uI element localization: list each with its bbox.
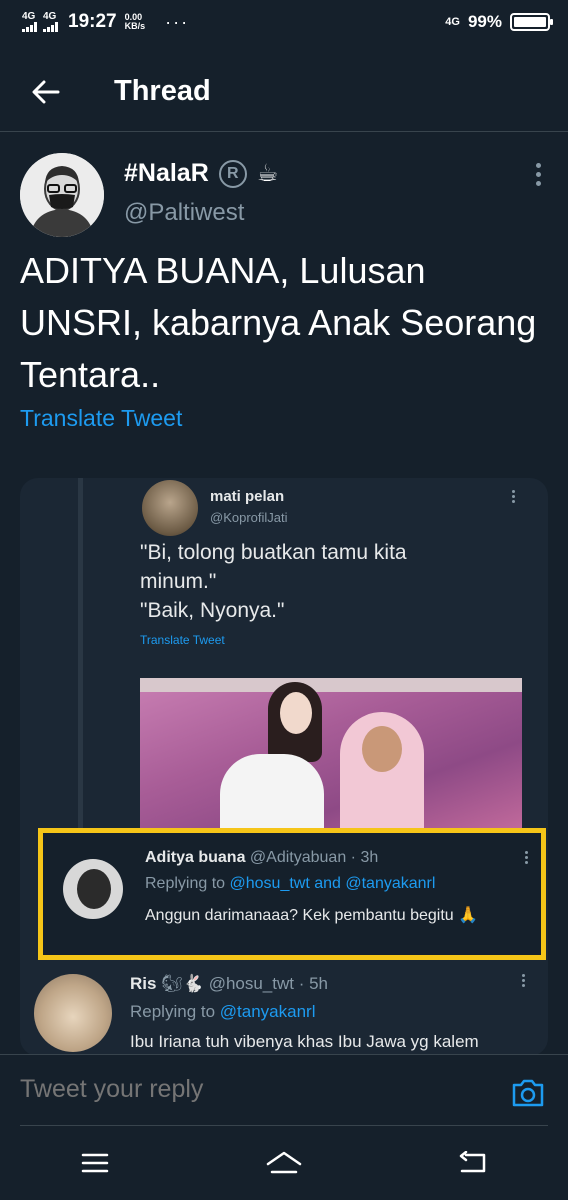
signal-1: 4G xyxy=(22,12,37,32)
inner-more-icon xyxy=(512,490,516,503)
system-back-button[interactable] xyxy=(443,1133,503,1193)
thread-line xyxy=(78,478,83,828)
top-app-bar: Thread xyxy=(0,52,568,132)
inner-author-name: mati pelan xyxy=(210,488,285,505)
next-replying-to-handle: @tanyakanrl xyxy=(219,1002,316,1021)
inner-text-line-1: "Bi, tolong buatkan tamu kita minum." xyxy=(140,541,407,593)
reply-author-line: Aditya buana @Adityabuan · 3h xyxy=(145,849,378,867)
back-button[interactable] xyxy=(16,62,76,122)
reply-handle-time: @Adityabuan · 3h xyxy=(249,849,379,866)
next-reply-avatar xyxy=(34,974,112,1052)
next-reply-more-icon xyxy=(522,974,526,987)
status-bar: 4G 4G 19:27 0.00 KB/s ··· 4G 99% xyxy=(0,0,568,44)
next-reply-handle-time: @hosu_twt · 5h xyxy=(208,974,329,993)
translate-tweet-link[interactable]: Translate Tweet xyxy=(20,405,182,432)
more-options-icon[interactable] xyxy=(534,163,542,186)
coffee-icon: ☕ xyxy=(256,160,279,187)
reply-avatar xyxy=(63,859,123,919)
signal-bars-icon xyxy=(22,22,37,32)
network-type-right: 4G xyxy=(445,16,460,28)
camera-icon xyxy=(512,1079,544,1107)
home-button[interactable] xyxy=(254,1133,314,1193)
inner-tweet-text: "Bi, tolong buatkan tamu kita minum." "B… xyxy=(140,538,480,625)
home-icon xyxy=(266,1151,302,1174)
reply-text: Anggun darimanaaa? Kek pembantu begitu 🙏 xyxy=(145,907,479,924)
author-name-row: #NalaR R ☕ xyxy=(124,159,278,188)
next-reply-emojis: 🐿🐇 xyxy=(161,974,204,993)
next-reply-text: Ibu Iriana tuh vibenya khas Ibu Jawa yg … xyxy=(130,1032,479,1051)
inner-photo xyxy=(140,678,522,828)
arrow-left-icon xyxy=(32,80,60,103)
inner-text-line-2: "Baik, Nyonya." xyxy=(140,599,285,622)
clock: 19:27 xyxy=(68,11,117,32)
battery-icon xyxy=(510,13,553,31)
inner-translate-link: Translate Tweet xyxy=(140,633,225,647)
battery-percent: 99% xyxy=(467,12,502,31)
tweet-image[interactable]: mati pelan @KoprofilJati "Bi, tolong bua… xyxy=(20,478,548,1056)
next-replying-prefix: Replying to xyxy=(130,1002,216,1021)
network-type-2: 4G xyxy=(43,11,57,22)
page-title: Thread xyxy=(114,75,211,107)
next-reply-author-line: Ris 🐿🐇 @hosu_twt · 5h xyxy=(130,974,328,994)
avatar-illustration xyxy=(20,153,104,237)
menu-button[interactable] xyxy=(65,1133,125,1193)
inner-author-handle: @KoprofilJati xyxy=(210,510,288,525)
reply-composer xyxy=(0,1054,568,1126)
photo-wall xyxy=(140,678,522,692)
photo-person-2-face xyxy=(362,726,402,772)
reply-author-name: Aditya buana xyxy=(145,849,246,866)
highlighted-reply: Aditya buana @Adityabuan · 3h Replying t… xyxy=(38,828,546,960)
inner-avatar xyxy=(142,480,198,536)
author-name[interactable]: #NalaR xyxy=(124,159,209,188)
registered-icon: R xyxy=(218,159,247,188)
signal-bars-icon xyxy=(43,22,58,32)
next-reply-author-name: Ris xyxy=(130,974,157,993)
replying-to-handles: @hosu_twt and @tanyakanrl xyxy=(229,875,436,892)
reply-input[interactable] xyxy=(20,1075,480,1104)
more-notifications-icon: ··· xyxy=(165,11,190,32)
replying-prefix: Replying to xyxy=(145,875,226,892)
signal-2: 4G xyxy=(43,12,58,32)
avatar[interactable] xyxy=(20,153,104,237)
photo-person-1-face xyxy=(280,692,312,734)
author-handle[interactable]: @Paltiwest xyxy=(124,199,244,227)
network-type-1: 4G xyxy=(22,11,36,22)
back-icon xyxy=(460,1151,486,1173)
network-speed: 0.00 KB/s xyxy=(125,13,146,31)
camera-button[interactable] xyxy=(510,1077,550,1111)
photo-person-1-body xyxy=(220,754,324,828)
tweet-text: ADITYA BUANA, Lulusan UNSRI, kabarnya An… xyxy=(20,250,537,395)
speed-unit: KB/s xyxy=(124,21,146,31)
system-nav-bar xyxy=(0,1126,568,1200)
replying-to-line: Replying to @hosu_twt and @tanyakanrl xyxy=(145,875,435,893)
menu-icon xyxy=(81,1153,108,1173)
reply-more-icon xyxy=(525,851,529,864)
next-replying-to-line: Replying to @tanyakanrl xyxy=(130,1002,316,1022)
